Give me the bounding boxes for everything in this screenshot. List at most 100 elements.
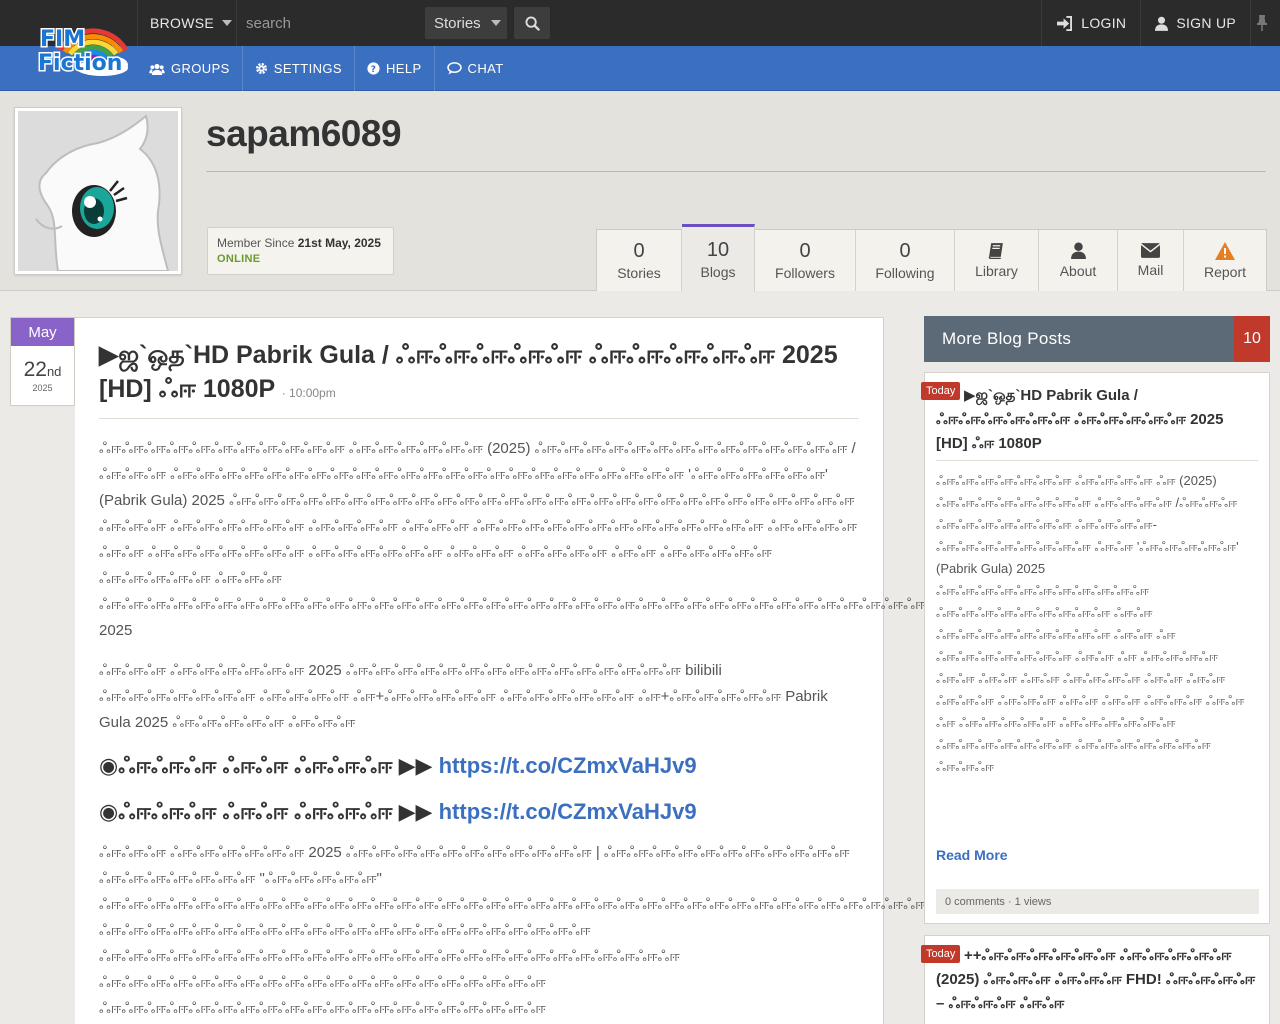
- tab-mail-label: Mail: [1137, 262, 1164, 278]
- header-divider: [206, 171, 1266, 172]
- account-links: LOGIN SIGN UP: [1041, 0, 1280, 46]
- envelope-icon: [1141, 243, 1160, 258]
- fimfiction-logo[interactable]: FIM Fiction: [22, 10, 132, 80]
- warning-triangle-icon: [1215, 241, 1235, 260]
- post-para3-b: ஃஈஃஈஃஈஃஈஃஈஃஈஃஈஃஈஃஈஃஈஃஈ ஃஈஃஈஃஈஃஈஃஈஃஈஃஈ "ஃ…: [99, 844, 1060, 1017]
- tab-blogs[interactable]: 10 Blogs: [682, 224, 755, 292]
- card-title[interactable]: ▶ஜ`ஒத`HD Pabrik Gula / ஃஈஃஈஃஈஃஈஃஈஃஈ ஃஈஃஈ…: [936, 384, 1258, 456]
- post-link[interactable]: https://t.co/CZmxVaHJv9: [439, 753, 697, 778]
- chevron-down-icon: [222, 20, 233, 26]
- post-time: · 10:00pm: [281, 386, 336, 400]
- tab-blogs-label: Blogs: [700, 264, 736, 280]
- search-icon: [524, 15, 540, 31]
- tab-stories-label: Stories: [617, 265, 661, 281]
- question-circle-icon: ?: [367, 62, 380, 75]
- post-paragraph: ஃஈஃஈஃஈஃஈஃஈஃஈஃஈஃஈஃஈஃஈஃஈ ஃஈஃஈஃஈஃஈஃஈஃஈ (202…: [99, 436, 948, 644]
- post-paragraph: ஃஈஃஈஃஈ ஃஈஃஈஃஈஃஈஃஈஃஈ 2025 ஃஈஃஈஃஈஃஈஃஈஃஈஃஈஃ…: [99, 658, 859, 736]
- date-month: May: [11, 318, 74, 346]
- post-link[interactable]: https://t.co/CZmxVaHJv9: [439, 799, 697, 824]
- chevron-down-icon: [490, 20, 501, 26]
- post-paragraph: ஃஈஃஈஃஈ ஃஈஃஈஃஈஃஈஃஈஃஈ 2025 ஃஈஃஈஃஈஃஈஃஈஃஈஃஈஃ…: [99, 840, 1060, 1022]
- nav-groups[interactable]: GROUPS: [137, 46, 243, 91]
- date-day-number: 22: [23, 358, 47, 381]
- svg-text:?: ?: [371, 65, 377, 75]
- nav-groups-label: GROUPS: [171, 61, 230, 76]
- top-bar: BROWSE Stories LOGIN SIGN UP: [0, 0, 1280, 46]
- tab-followers-label: Followers: [775, 265, 835, 281]
- book-icon: [988, 243, 1003, 259]
- post-para1-b: 2025 ஃஈஃஈஃஈஃஈஃஈஃஈஃஈஃஈஃஈஃஈஃஈஃஈஃஈஃஈஃஈஃஈஃஈஃ…: [99, 492, 948, 639]
- post-para2-a: ஃஈஃஈஃஈ ஃஈஃஈஃஈஃஈஃஈஃஈ 2025 ஃஈஃஈஃஈஃஈஃஈஃஈஃஈஃ…: [99, 662, 782, 705]
- browse-label: BROWSE: [150, 15, 215, 31]
- browse-menu[interactable]: BROWSE: [139, 0, 237, 46]
- tab-library-label: Library: [975, 263, 1018, 279]
- nav-chat[interactable]: CHAT: [435, 46, 516, 91]
- profile-tabs: 0 Stories 10 Blogs 0 Followers 0 Followi…: [596, 224, 1267, 292]
- nav-chat-label: CHAT: [467, 61, 504, 76]
- profile-header: sapam6089 Member Since 21st May, 2025 ON…: [0, 91, 1280, 292]
- post-title-text[interactable]: ▶ஜ`ஒத`HD Pabrik Gula / ஃஈஃஈஃஈஃஈஃஈ ஃஈஃஈஃஈ…: [99, 341, 838, 403]
- tab-stories-count: 0: [633, 240, 645, 262]
- status-badge: ONLINE: [217, 253, 261, 265]
- login-label: LOGIN: [1081, 15, 1127, 31]
- gear-icon: [255, 62, 267, 75]
- avatar[interactable]: [14, 107, 182, 275]
- tab-about[interactable]: About: [1039, 230, 1118, 291]
- tab-mail[interactable]: Mail: [1118, 230, 1184, 291]
- tab-following-label: Following: [875, 265, 935, 281]
- tab-about-label: About: [1059, 263, 1097, 279]
- search-type-label: Stories: [434, 14, 481, 32]
- users-icon: [149, 63, 165, 75]
- post-body: ஃஈஃஈஃஈஃஈஃஈஃஈஃஈஃஈஃஈஃஈஃஈ ஃஈஃஈஃஈஃஈஃஈஃஈ (202…: [99, 436, 1060, 1024]
- default-pony-avatar-icon: [18, 111, 178, 271]
- sidebar-title: More Blog Posts: [942, 329, 1072, 348]
- tab-library[interactable]: Library: [955, 230, 1039, 291]
- member-since: Member Since 21st May, 2025: [217, 236, 393, 250]
- blog-post: ▶ஜ`ஒத`HD Pabrik Gula / ஃஈஃஈஃஈஃஈஃஈ ஃஈஃஈஃஈ…: [75, 317, 1060, 1024]
- sidebar-blog-card: Today ++ஃஈஃஈஃஈஃஈஃஈஃஈ ஃஈஃஈஃஈஃஈஃஈ (2025) ஃ…: [921, 935, 1270, 1024]
- card-excerpt: ஃஈஃஈஃஈஃஈஃஈஃஈஃஈ ஃஈஃஈஃஈஃஈ ஃஈ (2025) ஃஈஃஈஃஈ…: [936, 473, 1245, 774]
- card-divider: [936, 460, 1258, 461]
- post-para3-a: ஃஈஃஈஃஈ ஃஈஃஈஃஈஃஈஃஈஃஈ 2025 ஃஈஃஈஃஈஃஈஃஈஃஈஃஈஃ…: [99, 844, 600, 861]
- nav-settings[interactable]: SETTINGS: [243, 46, 355, 91]
- card-footer: 0 comments · 1 views: [936, 889, 1259, 914]
- date-day: 22nd: [11, 358, 74, 382]
- sidebar-blog-card: Today ▶ஜ`ஒத`HD Pabrik Gula / ஃஈஃஈஃஈஃஈஃஈஃ…: [921, 372, 1270, 924]
- post-title: ▶ஜ`ஒத`HD Pabrik Gula / ஃஈஃஈஃஈஃஈஃஈ ஃஈஃஈஃஈ…: [99, 338, 859, 410]
- tab-followers[interactable]: 0 Followers: [755, 230, 856, 291]
- post-link-line: ◉ஃஈஃஈஃஈ ஃஈஃஈ ஃஈஃஈஃஈ ▶▶ https://t.co/CZmx…: [99, 796, 859, 828]
- date-year: 2025: [32, 383, 53, 393]
- card-title[interactable]: ++ஃஈஃஈஃஈஃஈஃஈஃஈ ஃஈஃஈஃஈஃஈஃஈ (2025) ஃஈஃஈஃஈ …: [936, 944, 1258, 1016]
- tab-following-count: 0: [899, 240, 911, 262]
- tab-report[interactable]: Report: [1184, 230, 1266, 291]
- post-divider: [99, 418, 859, 419]
- chat-bubble-icon: [446, 62, 462, 75]
- member-info-box: Member Since 21st May, 2025 ONLINE: [207, 227, 394, 275]
- post-link-label: ◉ஃஈஃஈஃஈ ஃஈஃஈ ஃஈஃஈஃஈ ▶▶: [99, 799, 433, 824]
- tab-report-label: Report: [1203, 263, 1247, 280]
- post-link-line: ◉ஃஈஃஈஃஈ ஃஈஃஈ ஃஈஃஈஃஈ ▶▶ https://t.co/CZmx…: [99, 750, 859, 782]
- member-since-date: 21st May, 2025: [297, 236, 381, 250]
- tab-following[interactable]: 0 Following: [856, 230, 955, 291]
- logo-text-fim: FIM: [40, 27, 85, 52]
- nav-help[interactable]: ? HELP: [355, 46, 435, 91]
- profile-username: sapam6089: [206, 113, 402, 154]
- user-icon: [1070, 242, 1086, 259]
- nav-bar: GROUPS SETTINGS ? HELP CHAT: [0, 46, 1280, 91]
- date-day-suffix: nd: [46, 364, 62, 379]
- pin-button[interactable]: [1250, 0, 1280, 46]
- login-button[interactable]: LOGIN: [1041, 0, 1140, 46]
- post-date-badge: May 22nd 2025: [10, 317, 75, 406]
- tab-stories[interactable]: 0 Stories: [597, 230, 682, 291]
- tab-followers-count: 0: [799, 240, 811, 262]
- search-button[interactable]: [514, 7, 550, 39]
- read-more-link[interactable]: Read More: [936, 847, 1008, 863]
- nav-help-label: HELP: [385, 61, 422, 76]
- user-icon: [1155, 16, 1169, 31]
- member-since-label: Member Since: [217, 236, 295, 250]
- nav-settings-label: SETTINGS: [273, 61, 342, 76]
- nav-items: GROUPS SETTINGS ? HELP CHAT: [137, 46, 516, 91]
- signup-button[interactable]: SIGN UP: [1140, 0, 1250, 46]
- search-input[interactable]: [237, 0, 423, 46]
- search-type-select[interactable]: Stories: [425, 7, 507, 39]
